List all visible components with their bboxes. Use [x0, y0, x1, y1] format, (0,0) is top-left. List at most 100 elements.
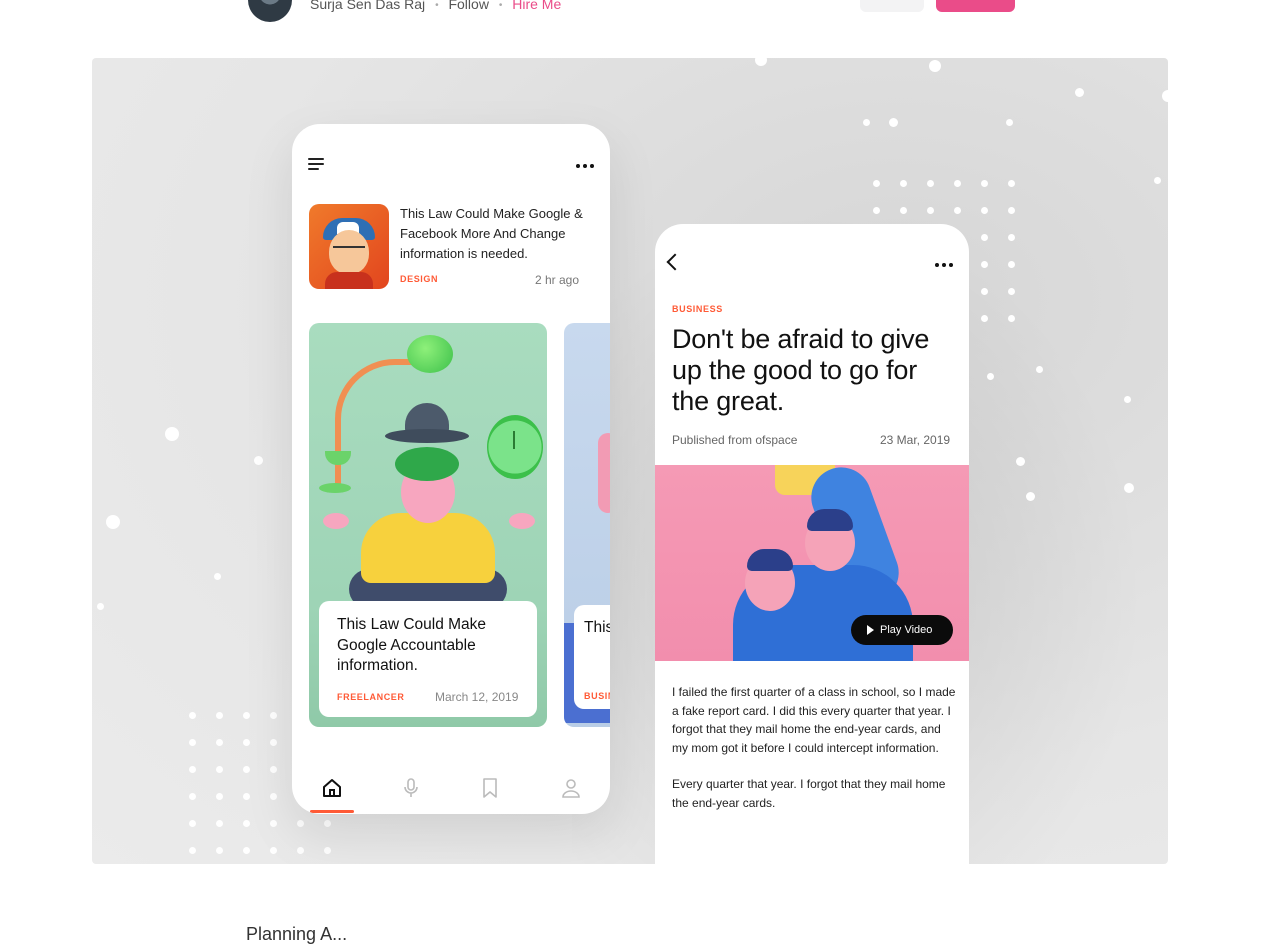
article-card-info: This Law Could Make Google Accountable i… — [319, 601, 537, 717]
decorative-dot — [1124, 483, 1134, 493]
decorative-dot — [980, 287, 988, 295]
decorative-dot — [980, 260, 988, 268]
decorative-dot — [188, 711, 196, 719]
article-card[interactable]: This Law Could Make Google Accountable i… — [309, 323, 547, 727]
featured-time: 2 hr ago — [535, 273, 580, 287]
phone-right: BUSINESS Don't be afraid to give up the … — [655, 224, 969, 864]
character-hair — [395, 447, 459, 481]
decorative-dot — [888, 117, 898, 127]
decorative-dot — [242, 819, 250, 827]
more-icon[interactable] — [935, 263, 953, 267]
save-button[interactable] — [860, 0, 924, 12]
decorative-dot — [188, 792, 196, 800]
article-card-category: BUSINESS — [584, 691, 610, 701]
decorative-dot — [926, 179, 934, 187]
active-tab-indicator — [310, 810, 354, 813]
decorative-dot — [242, 738, 250, 746]
article-card-category: FREELANCER — [337, 692, 405, 702]
decorative-dot — [323, 846, 331, 854]
decorative-dot — [872, 206, 880, 214]
shot-image: This Law Could Make Google & Facebook Mo… — [92, 58, 1168, 864]
hire-me-link[interactable]: Hire Me — [512, 0, 561, 12]
decorative-dot — [188, 819, 196, 827]
article-card-title[interactable]: This Law Could Make Google Accountable i… — [584, 617, 610, 639]
more-icon[interactable] — [576, 164, 594, 168]
decorative-dot — [106, 515, 120, 529]
decorative-dot — [1007, 287, 1015, 295]
teapot-illustration — [407, 335, 453, 373]
decorative-dot — [1123, 395, 1131, 403]
decorative-dot — [269, 738, 277, 746]
decorative-dot — [1035, 365, 1043, 373]
decorative-dot — [980, 314, 988, 322]
decorative-dot — [242, 846, 250, 854]
decorative-dot — [1007, 179, 1015, 187]
featured-thumbnail[interactable] — [309, 204, 389, 289]
character-hand — [509, 513, 535, 529]
article-date: 23 Mar, 2019 — [880, 433, 951, 447]
decorative-dot — [215, 711, 223, 719]
microphone-icon[interactable] — [399, 776, 423, 800]
play-icon — [867, 625, 874, 635]
decorative-dot — [899, 206, 907, 214]
decorative-dot — [323, 819, 331, 827]
separator-dot: • — [498, 0, 503, 11]
decorative-dot — [215, 738, 223, 746]
decorative-dot — [215, 846, 223, 854]
decorative-dot — [1153, 176, 1161, 184]
article-title: Don't be afraid to give up the good to g… — [672, 324, 930, 416]
decorative-dot — [269, 711, 277, 719]
article-paragraph: I failed the first quarter of a class in… — [672, 685, 956, 755]
avatar[interactable] — [248, 0, 292, 22]
article-hero-image: Play Video — [655, 465, 969, 661]
decorative-dot — [872, 179, 880, 187]
character-hair — [747, 549, 793, 571]
decorative-dot — [242, 792, 250, 800]
character-shirt — [361, 513, 495, 583]
decorative-dot — [899, 179, 907, 187]
decorative-dot — [862, 118, 870, 126]
bookmark-icon[interactable] — [478, 776, 502, 800]
article-paragraph: Every quarter that year. I forgot that t… — [672, 777, 946, 810]
article-body: I failed the first quarter of a class in… — [672, 683, 956, 831]
article-card-title[interactable]: This Law Could Make Google Accountable i… — [337, 615, 527, 677]
decorative-dot — [253, 455, 263, 465]
decorative-dot — [296, 819, 304, 827]
like-button[interactable] — [936, 0, 1015, 12]
decorative-dot — [188, 846, 196, 854]
decorative-dot — [188, 765, 196, 773]
author-meta: Surja Sen Das Raj • Follow • Hire Me — [310, 0, 561, 12]
article-card-date: March 12, 2019 — [435, 690, 519, 704]
decorative-dot — [96, 602, 104, 610]
profile-icon[interactable] — [559, 776, 583, 800]
article-card-info: This Law Could Make Google Accountable i… — [574, 605, 610, 709]
decorative-dot — [269, 765, 277, 773]
decorative-dot — [1007, 206, 1015, 214]
decorative-dot — [1005, 118, 1013, 126]
decorative-dot — [269, 792, 277, 800]
decorative-dot — [269, 819, 277, 827]
decorative-dot — [980, 179, 988, 187]
character-hand — [323, 513, 349, 529]
follow-link[interactable]: Follow — [448, 0, 488, 12]
tab-bar — [292, 764, 610, 814]
decorative-dot — [213, 572, 221, 580]
decorative-dot — [269, 846, 277, 854]
next-shot-title[interactable]: Planning A... — [246, 924, 347, 945]
featured-title[interactable]: This Law Could Make Google & Facebook Mo… — [400, 204, 595, 264]
article-source: Published from ofspace — [672, 433, 798, 447]
play-video-button[interactable]: Play Video — [851, 615, 953, 645]
decorative-dot — [953, 206, 961, 214]
decorative-dot — [1025, 491, 1035, 501]
decorative-dot — [215, 819, 223, 827]
decorative-dot — [1007, 260, 1015, 268]
decorative-dot — [242, 711, 250, 719]
article-card[interactable]: This Law Could Make Google Accountable i… — [564, 323, 610, 727]
author-name[interactable]: Surja Sen Das Raj — [310, 0, 425, 12]
decorative-dot — [296, 846, 304, 854]
menu-icon[interactable] — [308, 158, 324, 173]
clock-illustration — [487, 415, 543, 479]
back-icon[interactable] — [666, 253, 684, 271]
home-icon[interactable] — [320, 776, 344, 800]
decorative-dot — [953, 179, 961, 187]
